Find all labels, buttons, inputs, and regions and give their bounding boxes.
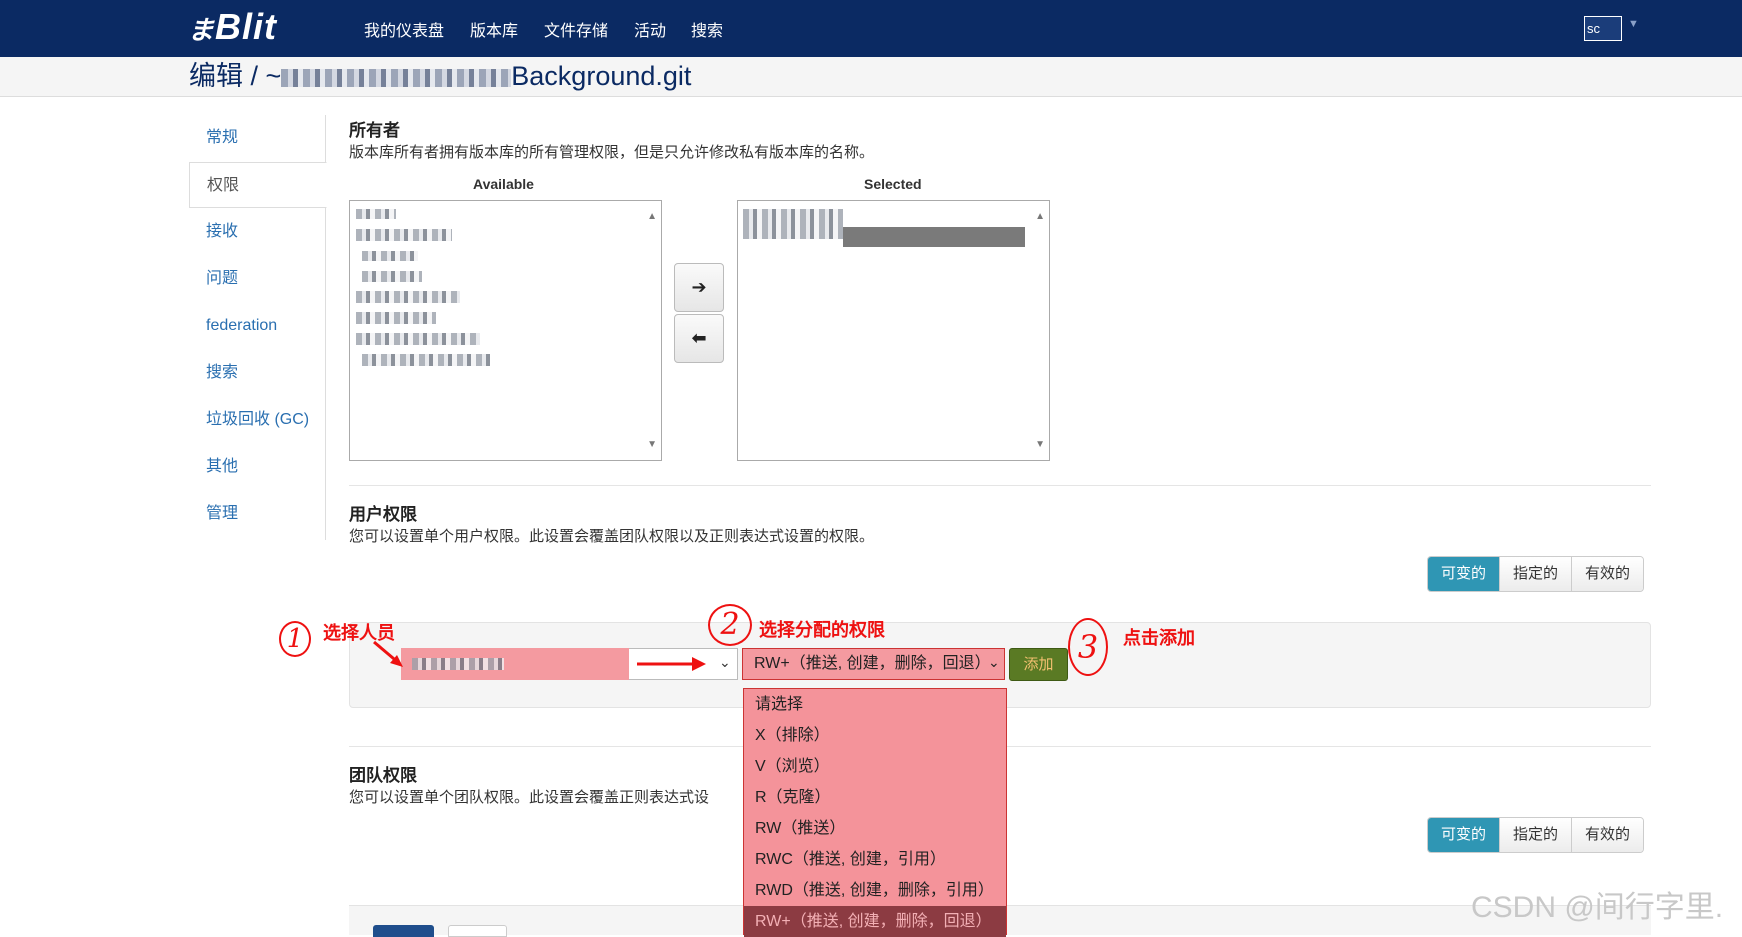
list-item[interactable] bbox=[362, 271, 422, 282]
option-view[interactable]: V（浏览） bbox=[744, 751, 1006, 782]
permission-select[interactable]: RW+（推送, 创建，删除，回退） bbox=[742, 648, 1005, 680]
nav-activity[interactable]: 活动 bbox=[634, 17, 666, 41]
tab-mutable[interactable]: 可变的 bbox=[1428, 818, 1500, 852]
chevron-down-icon[interactable]: ▼ bbox=[1628, 18, 1639, 30]
settings-sidebar: 常规 权限 接收 问题 federation 搜索 垃圾回收 (GC) 其他 管… bbox=[189, 115, 327, 540]
sidebar-item-receive[interactable]: 接收 bbox=[189, 209, 326, 255]
list-item[interactable] bbox=[356, 209, 396, 219]
move-left-button[interactable]: ⬅ bbox=[674, 314, 724, 363]
option-exclude[interactable]: X（排除） bbox=[744, 720, 1006, 751]
team-select-button[interactable] bbox=[373, 925, 434, 937]
annotation-label-3: 点击添加 bbox=[1123, 628, 1195, 648]
selected-label: Selected bbox=[864, 176, 922, 192]
annotation-step-3: 3 bbox=[1068, 618, 1108, 676]
sidebar-item-misc[interactable]: 其他 bbox=[189, 444, 326, 490]
option-rwc[interactable]: RWC（推送, 创建，引用） bbox=[744, 844, 1006, 875]
avatar[interactable]: sc bbox=[1584, 16, 1622, 41]
sidebar-item-permissions[interactable]: 权限 bbox=[189, 162, 327, 208]
available-label: Available bbox=[473, 176, 534, 192]
list-item[interactable] bbox=[743, 209, 843, 239]
option-rw-plus[interactable]: RW+（推送, 创建，删除，回退） bbox=[744, 906, 1006, 937]
list-item[interactable] bbox=[356, 229, 452, 241]
option-rwd[interactable]: RWD（推送, 创建，删除，引用） bbox=[744, 875, 1006, 906]
scroll-down-icon[interactable]: ▼ bbox=[647, 439, 657, 450]
tab-effective[interactable]: 有效的 bbox=[1571, 818, 1644, 852]
arrow-left-icon: ⬅ bbox=[691, 328, 707, 348]
brand-logo[interactable]: まBlit bbox=[188, 6, 277, 48]
option-push[interactable]: RW（推送） bbox=[744, 813, 1006, 844]
tab-mutable[interactable]: 可变的 bbox=[1428, 557, 1500, 591]
sidebar-item-search[interactable]: 搜索 bbox=[189, 350, 326, 396]
watermark: CSDN @间行字里. bbox=[1471, 891, 1724, 924]
team-permissions-title: 团队权限 bbox=[349, 766, 417, 785]
permission-dropdown: 请选择 X（排除） V（浏览） R（克隆） RW（推送） RWC（推送, 创建，… bbox=[743, 688, 1007, 937]
user-permission-view-toggle: 可变的 指定的 有效的 bbox=[1427, 556, 1645, 592]
list-item[interactable] bbox=[356, 312, 436, 324]
list-item[interactable] bbox=[356, 291, 460, 303]
tab-specified[interactable]: 指定的 bbox=[1499, 818, 1572, 852]
option-please-select[interactable]: 请选择 bbox=[744, 689, 1006, 720]
divider bbox=[349, 485, 1651, 486]
nav-repositories[interactable]: 版本库 bbox=[470, 17, 518, 41]
sidebar-item-admin[interactable]: 管理 bbox=[189, 491, 326, 537]
chevron-down-icon[interactable]: ⌄ bbox=[988, 654, 1000, 671]
sidebar-item-federation[interactable]: federation bbox=[189, 303, 326, 349]
annotation-label-2: 选择分配的权限 bbox=[759, 620, 885, 640]
arrow-right-icon: ➔ bbox=[691, 277, 707, 297]
sidebar-item-general[interactable]: 常规 bbox=[189, 115, 326, 161]
add-button[interactable]: 添加 bbox=[1009, 648, 1068, 681]
list-item[interactable] bbox=[356, 333, 480, 345]
annotation-step-2: 2 bbox=[708, 604, 752, 646]
scroll-up-icon[interactable]: ▲ bbox=[1035, 211, 1045, 222]
scroll-up-icon[interactable]: ▲ bbox=[647, 211, 657, 222]
annotation-arrow-2 bbox=[637, 657, 706, 671]
available-users-list[interactable]: ▲ ▼ bbox=[349, 200, 662, 461]
annotation-step-1: 1 bbox=[279, 621, 311, 657]
owners-title: 所有者 bbox=[349, 121, 400, 140]
team-permission-button[interactable] bbox=[448, 925, 507, 937]
owners-description: 版本库所有者拥有版本库的所有管理权限，但是只允许修改私有版本库的名称。 bbox=[349, 144, 875, 161]
sidebar-item-gc[interactable]: 垃圾回收 (GC) bbox=[189, 397, 326, 443]
user-permissions-title: 用户权限 bbox=[349, 505, 417, 524]
annotation-arrow-1 bbox=[373, 640, 403, 667]
team-permissions-description: 您可以设置单个团队权限。此设置会覆盖正则表达式设 bbox=[349, 789, 710, 806]
tab-specified[interactable]: 指定的 bbox=[1499, 557, 1572, 591]
chevron-down-icon[interactable]: ⌄ bbox=[719, 654, 731, 671]
nav-filestore[interactable]: 文件存储 bbox=[544, 17, 608, 41]
team-permission-view-toggle: 可变的 指定的 有效的 bbox=[1427, 817, 1645, 853]
redacted-user-name bbox=[412, 658, 504, 670]
user-permissions-description: 您可以设置单个用户权限。此设置会覆盖团队权限以及正则表达式设置的权限。 bbox=[349, 528, 875, 545]
redacted-repo-path bbox=[281, 68, 512, 87]
selected-owners-list[interactable]: ▲ ▼ bbox=[737, 200, 1050, 461]
selected-item-highlight[interactable] bbox=[843, 227, 1025, 247]
sidebar-item-tickets[interactable]: 问题 bbox=[189, 256, 326, 302]
list-item[interactable] bbox=[362, 251, 418, 261]
option-clone[interactable]: R（克隆） bbox=[744, 782, 1006, 813]
nav-dashboard[interactable]: 我的仪表盘 bbox=[364, 17, 444, 41]
nav-search[interactable]: 搜索 bbox=[691, 17, 723, 41]
scroll-down-icon[interactable]: ▼ bbox=[1035, 439, 1045, 450]
list-item[interactable] bbox=[362, 354, 490, 366]
page-title: 编辑 / ~ Background.git bbox=[189, 61, 692, 91]
tab-effective[interactable]: 有效的 bbox=[1571, 557, 1644, 591]
move-right-button[interactable]: ➔ bbox=[674, 263, 724, 312]
